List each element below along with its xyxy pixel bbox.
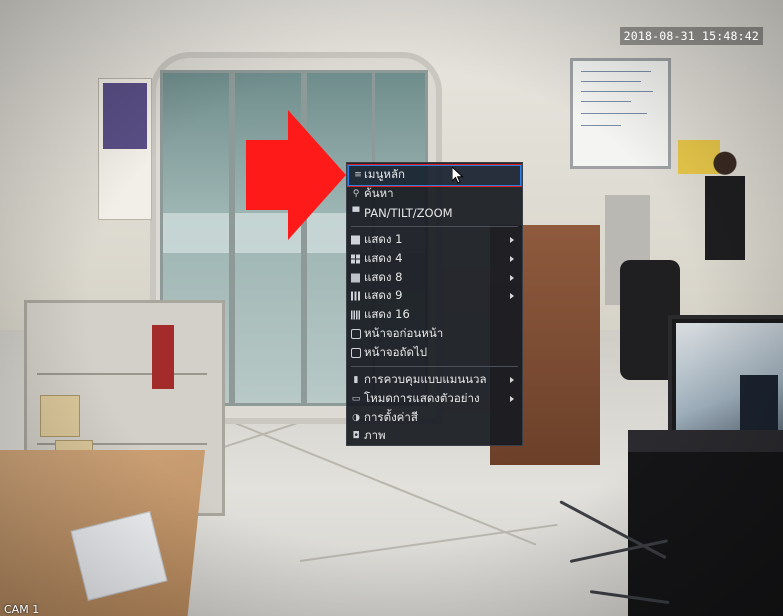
manual-control-icon: ▮ <box>353 375 359 386</box>
menu-item-color-settings[interactable]: ◑ การตั้งค่าสี <box>347 408 522 427</box>
submenu-arrow-icon <box>510 395 514 402</box>
context-menu: ≡ เมนูหลัก ⚲ ค้นหา ▀ PAN/TILT/ZOOM แสดง … <box>346 162 523 446</box>
submenu-arrow-icon <box>510 256 514 263</box>
submenu-arrow-icon <box>510 293 514 300</box>
layout-8-icon <box>351 273 360 283</box>
menu-item-label: ค้นหา <box>364 186 394 201</box>
menu-item-main-menu[interactable]: ≡ เมนูหลัก <box>347 164 522 187</box>
menu-item-label: แสดง 4 <box>364 251 403 266</box>
mouse-cursor-icon <box>451 165 464 188</box>
menu-item-layout-9[interactable]: แสดง 9 <box>347 287 522 306</box>
menu-item-label: หน้าจอถัดไป <box>364 344 428 359</box>
submenu-arrow-icon <box>510 377 514 384</box>
menu-item-ptz[interactable]: ▀ PAN/TILT/ZOOM <box>347 203 522 222</box>
menu-item-label: แสดง 1 <box>364 232 403 247</box>
main-menu-icon: ≡ <box>354 170 362 181</box>
menu-item-layout-16[interactable]: แสดง 16 <box>347 306 522 325</box>
layout-16-icon <box>351 310 360 320</box>
color-settings-icon: ◑ <box>352 412 360 423</box>
search-icon: ⚲ <box>352 189 360 200</box>
menu-item-layout-1[interactable]: แสดง 1 <box>347 231 522 250</box>
previous-screen-icon <box>351 328 361 339</box>
menu-divider <box>351 365 518 367</box>
menu-divider <box>351 226 518 228</box>
menu-item-layout-4[interactable]: แสดง 4 <box>347 250 522 269</box>
image-icon: ◘ <box>352 431 360 442</box>
menu-item-label: แสดง 9 <box>364 288 403 303</box>
menu-item-next-screen[interactable]: หน้าจอถัดไป <box>347 343 522 362</box>
menu-item-previous-screen[interactable]: หน้าจอก่อนหน้า <box>347 325 522 344</box>
layout-4-icon <box>351 254 360 264</box>
menu-item-label: การตั้งค่าสี <box>364 409 418 424</box>
layout-1-icon <box>351 235 360 245</box>
submenu-arrow-icon <box>510 237 514 244</box>
menu-item-label: ภาพ <box>364 428 386 443</box>
preview-mode-icon: ▭ <box>351 393 361 404</box>
layout-9-icon <box>351 291 360 301</box>
menu-item-label: หน้าจอก่อนหน้า <box>364 325 444 340</box>
ptz-icon: ▀ <box>352 207 360 218</box>
menu-item-preview-mode[interactable]: ▭ โหมดการแสดงตัวอย่าง <box>347 390 522 409</box>
menu-item-label: เมนูหลัก <box>364 167 405 182</box>
next-screen-icon <box>351 347 361 358</box>
menu-item-label: PAN/TILT/ZOOM <box>364 205 453 220</box>
menu-item-image[interactable]: ◘ ภาพ <box>347 427 522 446</box>
menu-item-label: แสดง 8 <box>364 269 403 284</box>
menu-item-label: โหมดการแสดงตัวอย่าง <box>364 390 480 405</box>
menu-item-manual-control[interactable]: ▮ การควบคุมแบบแมนนวล <box>347 371 522 390</box>
camera-label: CAM 1 <box>4 603 40 616</box>
submenu-arrow-icon <box>510 274 514 281</box>
timestamp: 2018-08-31 15:48:42 <box>619 27 763 45</box>
menu-item-search[interactable]: ⚲ ค้นหา <box>347 185 522 204</box>
menu-item-layout-8[interactable]: แสดง 8 <box>347 268 522 287</box>
menu-item-label: การควบคุมแบบแมนนวล <box>364 372 487 387</box>
menu-item-label: แสดง 16 <box>364 307 410 322</box>
